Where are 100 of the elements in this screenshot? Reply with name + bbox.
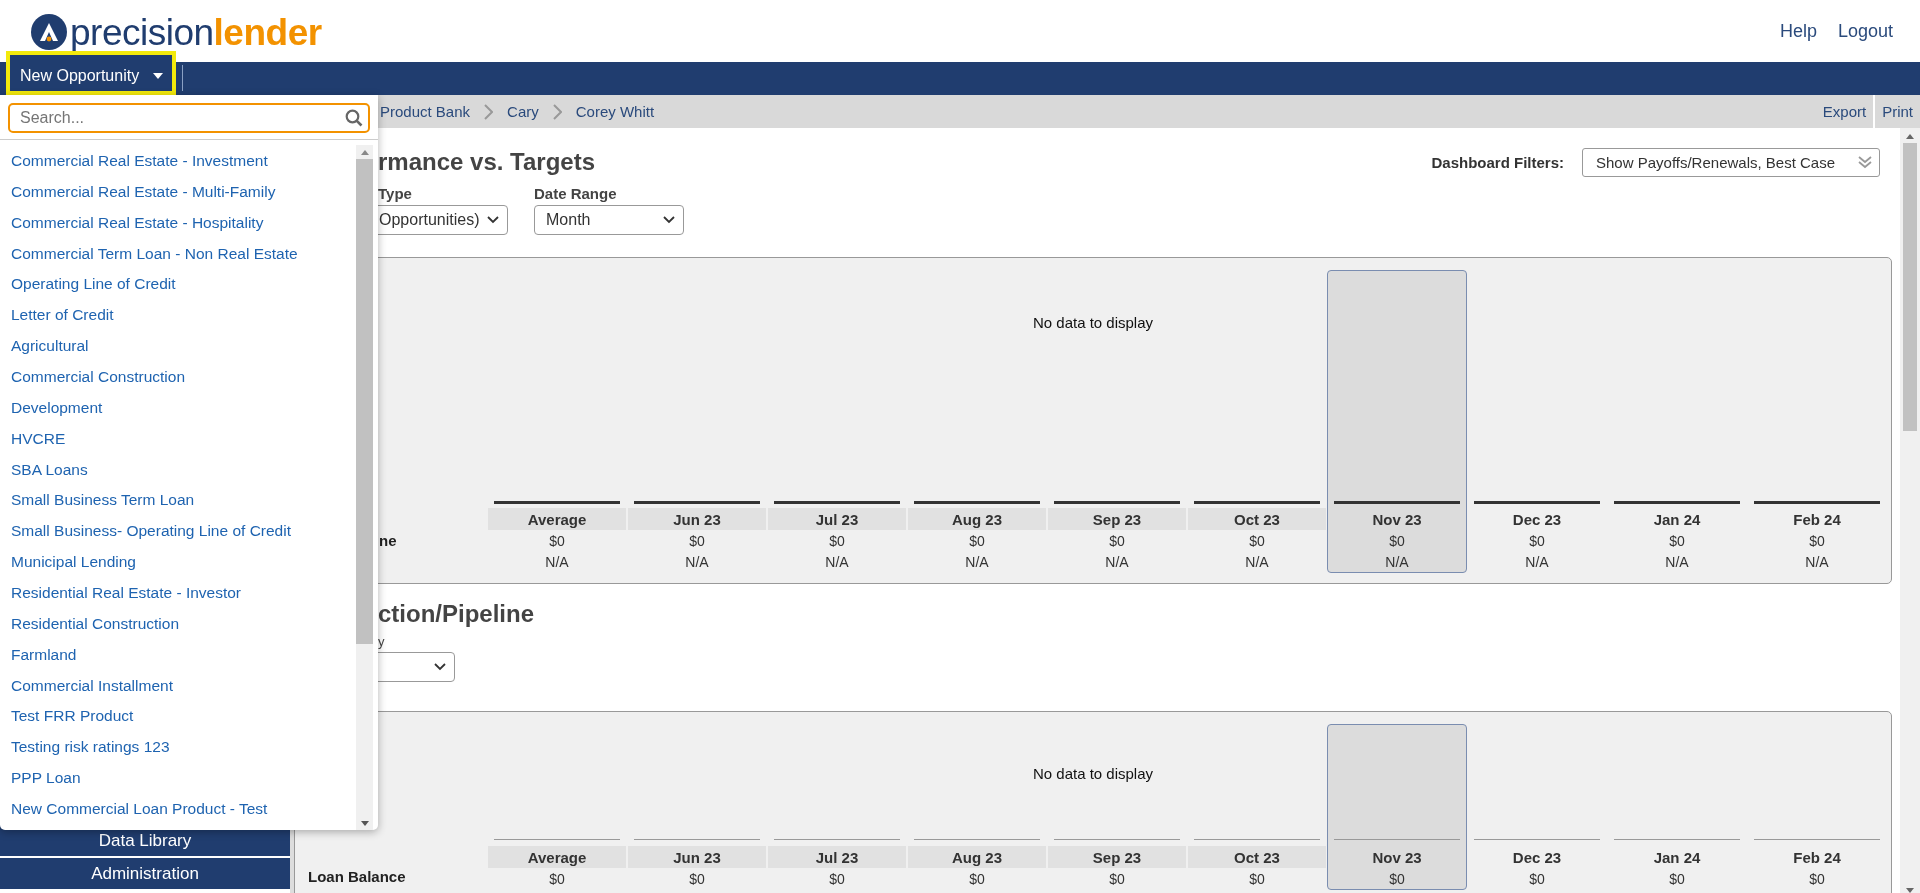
filter-label: Date Range <box>534 185 618 202</box>
column-header: Jun 23 <box>673 848 721 866</box>
sidebar-item[interactable]: Administration <box>0 858 290 889</box>
menu-item[interactable]: Operating Line of Credit <box>0 274 356 306</box>
table-cell: $0 <box>969 532 985 549</box>
table-cell: $0 <box>1809 870 1825 887</box>
chevron-down-icon <box>434 663 446 671</box>
table-cell: $0 <box>1109 532 1125 549</box>
scrollbar[interactable] <box>356 145 373 830</box>
header-link[interactable]: Logout <box>1837 20 1893 42</box>
column-header: Jan 24 <box>1653 848 1701 866</box>
scroll-down-icon[interactable] <box>1906 888 1914 893</box>
menu-item[interactable]: Small Business- Operating Line of Credit <box>0 521 356 553</box>
menu-item[interactable]: Commercial Installment <box>0 675 356 707</box>
column-header: Nov 23 <box>1372 848 1422 866</box>
chevron-down-icon <box>663 216 675 224</box>
column-header: Aug 23 <box>952 510 1002 528</box>
filter-select[interactable]: Month <box>534 205 684 235</box>
scroll-down-icon[interactable] <box>360 821 369 826</box>
table-cell: $0 <box>969 870 985 887</box>
menu-item[interactable]: Commercial Real Estate - Investment <box>0 151 356 182</box>
table-cell: N/A <box>825 553 849 570</box>
menu-item[interactable]: Development <box>0 397 356 429</box>
column-header: Sep 23 <box>1092 848 1142 866</box>
table-cell: $0 <box>549 870 565 887</box>
table-cell: N/A <box>1525 553 1549 570</box>
logo-icon <box>31 14 67 50</box>
section-title: ction/Pipeline <box>378 600 535 628</box>
menu-item[interactable]: SBA Loans <box>0 459 356 491</box>
table-cell: N/A <box>1245 553 1269 570</box>
menu-item[interactable]: PPP Loan <box>0 768 356 800</box>
header-link[interactable]: Help <box>1779 20 1817 42</box>
table-cell: N/A <box>1805 553 1829 570</box>
menu-item[interactable]: Test FRR Product <box>0 706 356 738</box>
column-header: Aug 23 <box>952 848 1002 866</box>
column-header: Nov 23 <box>1372 510 1422 528</box>
table-cell: N/A <box>1665 553 1689 570</box>
scroll-up-icon[interactable] <box>1906 134 1914 139</box>
column-header: Average <box>527 510 587 528</box>
chevron-down-icon <box>487 216 499 224</box>
logo-wordmark: precisionlender <box>70 13 322 51</box>
row-label: Loan Balance <box>308 868 406 885</box>
column-header: Dec 23 <box>1512 848 1562 866</box>
table-cell: $0 <box>1669 532 1685 549</box>
table-cell: $0 <box>1669 870 1685 887</box>
dashboard-filters-select[interactable]: Show Payoffs/Renewals, Best Case <box>1582 147 1880 177</box>
menu-item[interactable]: Letter of Credit <box>0 305 356 337</box>
menu-item[interactable]: Small Business Term Loan <box>0 490 356 522</box>
column-header: Feb 24 <box>1793 848 1841 866</box>
toolbar-link[interactable]: Export <box>1815 95 1874 128</box>
selected-column[interactable]: Nov 23 $0 <box>1327 724 1467 890</box>
column-header: Sep 23 <box>1092 510 1142 528</box>
new-opportunity-button[interactable]: New Opportunity <box>6 51 176 95</box>
menu-item[interactable]: HVCRE <box>0 428 356 460</box>
column-header: Jun 23 <box>673 510 721 528</box>
selected-column[interactable]: Nov 23 $0 N/A <box>1327 270 1467 573</box>
section-title: rmance vs. Targets <box>378 148 595 176</box>
double-chevron-icon <box>1857 154 1873 170</box>
table-cell: $0 <box>1249 870 1265 887</box>
table-cell: $0 <box>1249 532 1265 549</box>
menu-item[interactable]: Agricultural <box>0 336 356 367</box>
table-cell: $0 <box>549 532 565 549</box>
table-cell: N/A <box>1105 553 1129 570</box>
menu-item[interactable]: Testing risk ratings 123 <box>0 737 356 769</box>
table-cell: $0 <box>1109 870 1125 887</box>
menu-item[interactable]: Farmland <box>0 644 356 676</box>
table-cell: N/A <box>685 553 709 570</box>
table-cell: $0 <box>829 532 845 549</box>
empty-message: No data to display <box>1031 314 1155 331</box>
search-field[interactable]: Search... <box>8 103 370 133</box>
column-header: Oct 23 <box>1234 848 1280 866</box>
table-cell: $0 <box>689 532 705 549</box>
scroll-up-icon[interactable] <box>360 150 369 155</box>
table-cell: $0 <box>1529 532 1545 549</box>
scrollbar[interactable] <box>1900 128 1920 893</box>
column-header: Dec 23 <box>1512 510 1562 528</box>
caret-icon <box>153 73 164 79</box>
breadcrumb-link[interactable]: Corey Whitt <box>575 103 655 120</box>
filter-label: y <box>377 634 386 649</box>
table-cell: $0 <box>1389 870 1405 887</box>
table-cell: $0 <box>1389 532 1405 549</box>
table-cell: $0 <box>1529 870 1545 887</box>
menu-item[interactable]: Commercial Term Loan - Non Real Estate <box>0 243 356 275</box>
breadcrumb-link[interactable]: Cary <box>507 103 539 120</box>
menu-item[interactable]: Residential Real Estate - Investor <box>0 583 356 614</box>
column-header: Jul 23 <box>815 510 859 528</box>
menu-item[interactable]: Residential Construction <box>0 613 356 645</box>
row-label: ne <box>379 532 397 549</box>
table-cell: $0 <box>1809 532 1825 549</box>
breadcrumb-link[interactable]: Product Bank <box>380 103 471 120</box>
menu-item[interactable]: Municipal Lending <box>0 552 356 584</box>
menu-item[interactable]: Commercial Construction <box>0 367 356 398</box>
table-cell: N/A <box>1385 553 1409 570</box>
table-cell: $0 <box>829 870 845 887</box>
column-header: Jan 24 <box>1653 510 1701 528</box>
empty-message: No data to display <box>1031 765 1155 782</box>
filter-label: Type <box>377 185 413 202</box>
column-header: Jul 23 <box>815 848 859 866</box>
column-header: Oct 23 <box>1234 510 1280 528</box>
column-header: Average <box>527 848 587 866</box>
